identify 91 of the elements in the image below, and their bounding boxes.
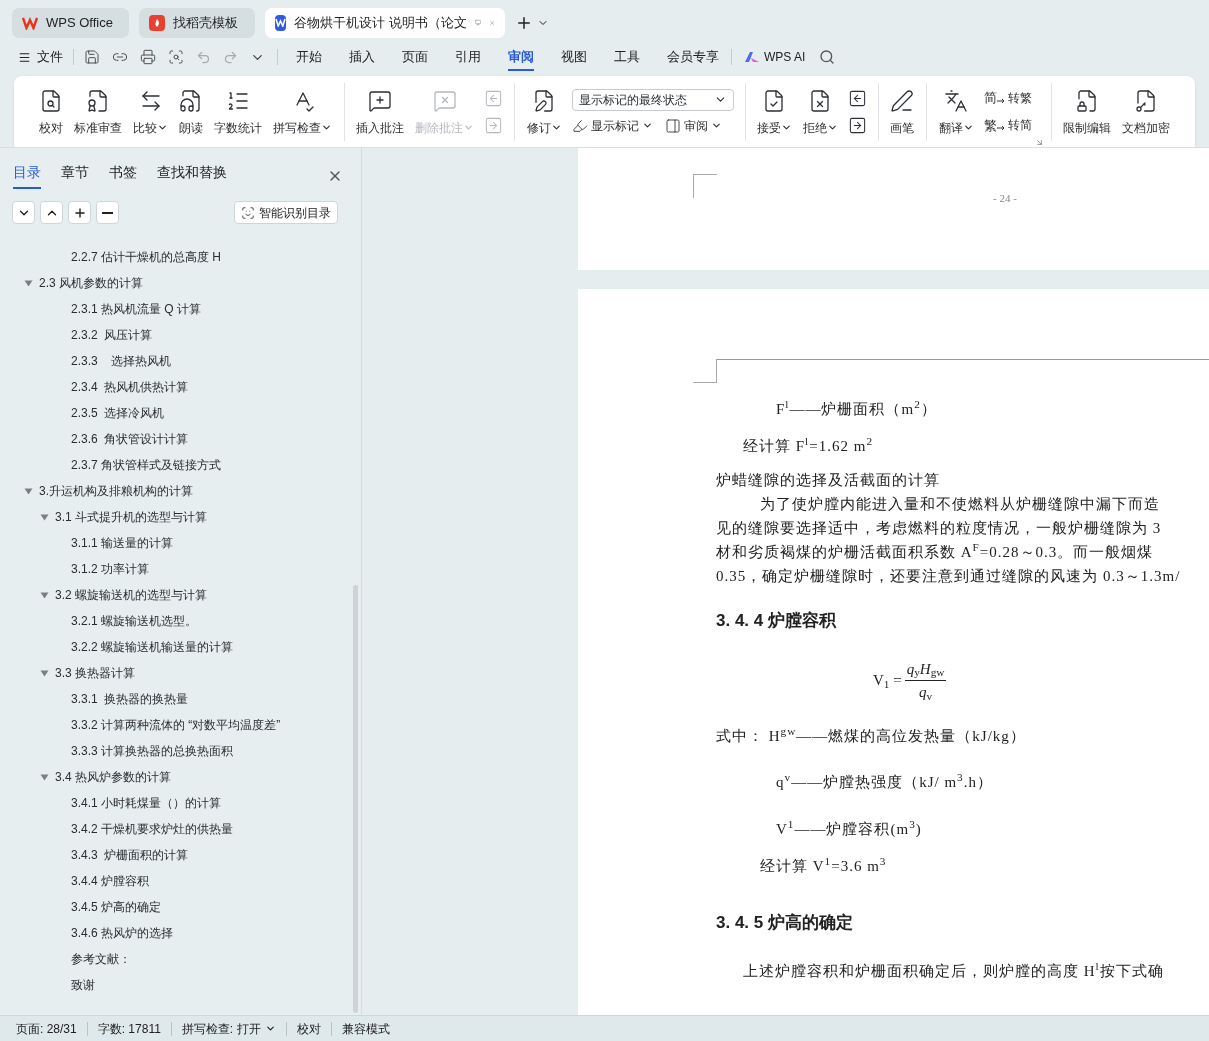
ribbon-small-button[interactable]: 显示标记 [571, 116, 653, 135]
toc-item[interactable]: 3.1.2 功率计算 [71, 560, 150, 578]
body-text: F$^{l}$——炉栅面积（m$^{2}$） [775, 397, 938, 419]
formula-numerator: q$_{y}$H$_{gw}$ [904, 657, 947, 681]
toc-item[interactable]: 参考文献： [71, 950, 131, 968]
window-tab[interactable]: 谷物烘干机设计 说明书（论文 [265, 7, 505, 38]
ribbon-tab[interactable]: 页面 [402, 43, 428, 71]
body-text: 为了使炉膛内能进入量和不使燃料从炉栅缝隙中漏下而造 [759, 495, 1161, 514]
ribbon-tab[interactable]: 引用 [455, 43, 481, 71]
smart-toc-button[interactable]: 智能识别目录 [234, 201, 338, 224]
ribbon-small-button[interactable]: 审阅 [664, 116, 722, 135]
toc-item[interactable]: 2.3.6 角状管设计计算 [71, 430, 189, 448]
status-item[interactable]: 字数: 17811 [87, 1019, 171, 1038]
ai-button[interactable]: WPS AI [744, 48, 806, 66]
chinese-character-icon: 繁 [983, 115, 997, 135]
body-text: 见的缝隙要选择适中，考虑燃料的粒度情况，一般炉栅缝隙为 3 [716, 519, 1163, 538]
toc-item[interactable]: 3.4.6 热风炉的选择 [71, 924, 174, 942]
section-heading: 3. 4. 5 炉高的确定 [716, 911, 854, 934]
toc-item[interactable]: 3.2.1 螺旋输送机选型。 [71, 612, 198, 630]
status-item[interactable]: 拼写检查: 打开 [171, 1019, 286, 1038]
ribbon-button[interactable]: 翻译 [933, 82, 979, 141]
ribbon-button[interactable]: 修订 [521, 82, 567, 141]
ribbon-button[interactable]: 标准审查 [69, 82, 127, 141]
markup-select[interactable]: 显示标记的最终状态 [571, 88, 734, 111]
ribbon-tab[interactable]: 工具 [614, 43, 640, 71]
body-text: 式中： H$^{gw}$——燃煤的高位发热量（kJ/kg） [716, 723, 1027, 746]
formula-denominator: q$_{v}$ [919, 683, 933, 704]
body-text: 经计算 V$^{1}$=3.6 m$^{3}$ [759, 853, 888, 876]
toc-item[interactable]: 3.4.1 小时耗煤量（）的计算 [71, 794, 222, 812]
file-menu[interactable]: 文件 [18, 47, 63, 67]
ribbon-tab[interactable]: 插入 [349, 43, 375, 71]
status-item[interactable]: 页面: 28/31 [6, 1019, 87, 1038]
body-text: 经计算 F$^{l}$=1.62 m$^{2}$ [742, 434, 874, 456]
toc-item[interactable]: 2.3.2 风压计算 [71, 326, 153, 344]
toc-item[interactable]: 3.1 斗式提升机的选型与计算 [55, 508, 207, 526]
toc-item[interactable]: 2.3.5 选择冷风机 [71, 404, 165, 422]
toc-item[interactable]: 3.4.5 炉高的确定 [71, 898, 162, 916]
ribbon-tab[interactable]: 视图 [561, 43, 587, 71]
sidebar-tab[interactable]: 查找和替换 [157, 162, 227, 189]
section-heading: 3. 4. 4 炉膛容积 [716, 610, 838, 632]
ribbon-tab[interactable]: 会员专享 [667, 43, 719, 71]
body-text: 材和劣质褐煤的炉栅活截面积系数 A$^{F}$=0.28～0.3。而一般烟煤 [716, 540, 1155, 562]
toc-item[interactable]: 2.3 风机参数的计算 [39, 274, 143, 292]
toc-item[interactable]: 3.4.2 干燥机要求炉灶的供热量 [71, 820, 234, 838]
toc-item[interactable]: 3.4.4 炉膛容积 [71, 872, 150, 890]
sidebar-tab[interactable]: 章节 [61, 162, 89, 189]
page-number: - 24 - [993, 191, 1017, 206]
toc-item[interactable]: 2.3.1 热风机流量 Q 计算 [71, 300, 202, 318]
formula-lhs: V$_{1}$ = [873, 671, 902, 692]
toc-item[interactable]: 3.3.2 计算两种流体的 “对数平均温度差” [71, 716, 281, 734]
toc-item[interactable]: 2.2.7 估计干燥机的总高度 H [71, 248, 222, 266]
ribbon-button[interactable]: 朗读 [174, 82, 208, 141]
toc-item[interactable]: 3.1.1 输送量的计算 [71, 534, 174, 552]
toc-item[interactable]: 3.2.2 螺旋输送机输送量的计算 [71, 638, 234, 656]
body-text: 炉蜡缝隙的选择及活截面的计算 [716, 471, 941, 490]
ribbon-button[interactable]: 拼写检查 [268, 82, 337, 141]
status-item[interactable]: 校对 [286, 1019, 331, 1038]
ribbon-tab[interactable]: 审阅 [508, 43, 534, 71]
ribbon-button[interactable]: 拒绝 [798, 82, 843, 141]
toc-item[interactable]: 3.2 螺旋输送机的选型与计算 [55, 586, 207, 604]
ribbon-button[interactable]: 插入批注 [351, 82, 410, 141]
toc-item[interactable]: 3.3 换热器计算 [55, 664, 135, 682]
ribbon-button[interactable]: 限制编辑 [1057, 82, 1116, 141]
status-item[interactable]: 兼容模式 [331, 1019, 400, 1038]
ribbon-button[interactable]: 比较 [128, 82, 173, 141]
toc-item[interactable]: 2.3.3 选择热风机 [71, 352, 172, 370]
toc-item[interactable]: 3.3.3 计算换热器的总换热面积 [71, 742, 234, 760]
ribbon-button[interactable]: 接受 [752, 82, 797, 141]
ribbon-button[interactable]: 画笔 [885, 82, 920, 141]
toc-item[interactable]: 致谢 [71, 976, 95, 994]
toc-item[interactable]: 2.3.7 角状管样式及链接方式 [71, 456, 222, 474]
toc-item[interactable]: 3.3.1 换热器的换热量 [71, 690, 189, 708]
body-text: 上述炉膛容积和炉栅面积确定后，则炉膛的高度 H$^{l}$按下式确 [742, 959, 1165, 981]
window-tab[interactable]: 找稻壳模板 [139, 7, 255, 38]
body-text: 0.35，确定炉栅缝隙时，还要注意到通过缝隙的风速为 0.3～1.3m/ [716, 567, 1182, 586]
window-tab[interactable]: WPS Office [12, 7, 129, 38]
body-text: V$^{1}$——炉膛容积(m$^{3}$) [775, 816, 923, 839]
toc-item[interactable]: 3.4 热风炉参数的计算 [55, 768, 171, 786]
sidebar-tab[interactable]: 书签 [109, 162, 137, 189]
ribbon-button[interactable]: 字数统计 [209, 82, 267, 141]
ribbon-tab[interactable]: 开始 [296, 43, 322, 71]
sidebar-tab[interactable]: 目录 [13, 162, 41, 189]
toc-item[interactable]: 3.升运机构及排粮机构的计算 [39, 482, 193, 500]
toc-item[interactable]: 2.3.4 热风机供热计算 [71, 378, 189, 396]
chinese-character-icon: 简 [983, 88, 997, 108]
ribbon-button[interactable]: 文档加密 [1116, 82, 1175, 141]
body-text: q$^{v}$——炉膛热强度（kJ/ m$^{3}$.h） [775, 769, 994, 792]
ribbon-small-button[interactable]: 简 转繁 [983, 88, 1032, 108]
ribbon-small-button[interactable]: 繁 转简 [983, 115, 1032, 135]
toc-item[interactable]: 3.4.3 炉栅面积的计算 [71, 846, 189, 864]
ribbon-button[interactable]: 校对 [34, 82, 68, 141]
